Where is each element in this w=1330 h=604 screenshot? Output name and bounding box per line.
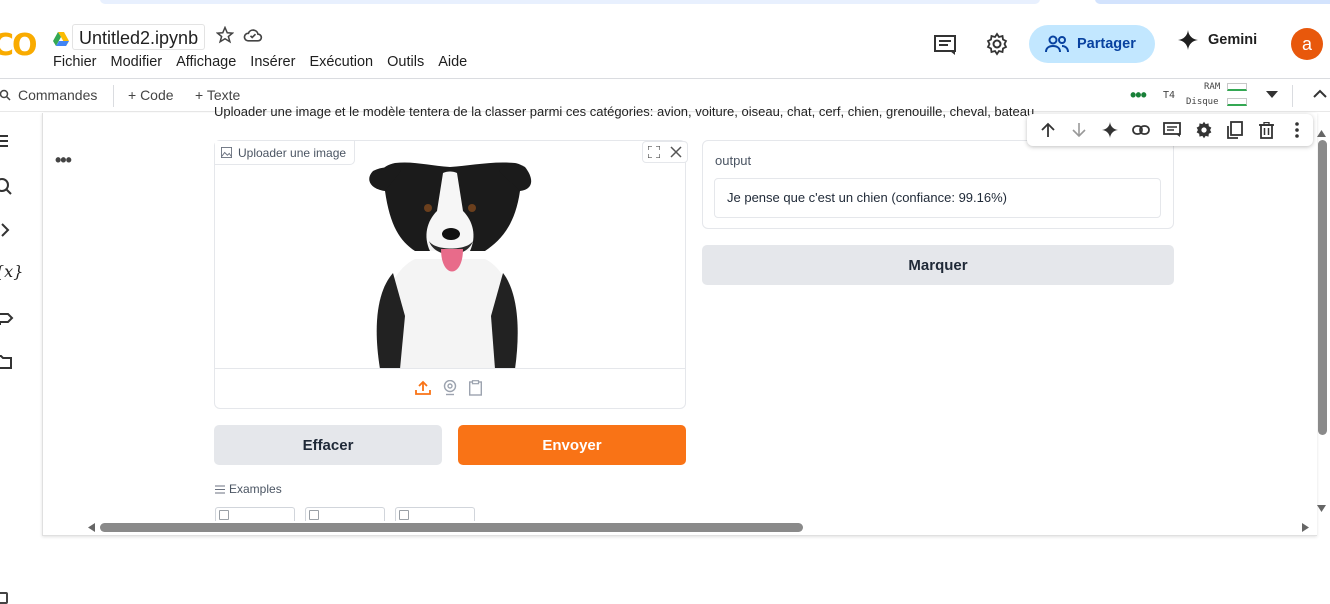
broken-image-icon <box>219 510 229 520</box>
broken-image-icon <box>309 510 319 520</box>
dog-image <box>369 162 532 369</box>
cell-toolbar <box>1027 114 1313 146</box>
scroll-down-icon[interactable] <box>1317 505 1326 512</box>
menu-item-outils[interactable]: Outils <box>380 54 431 70</box>
examples-label: Examples <box>229 482 282 496</box>
commands-button[interactable]: Commandes <box>0 87 97 103</box>
horizontal-scrollbar-thumb[interactable] <box>100 523 803 532</box>
menu-item-affichage[interactable]: Affichage <box>169 54 243 70</box>
upload-icon[interactable] <box>415 380 431 396</box>
add-text-button[interactable]: + Texte <box>195 87 240 103</box>
gemini-label: Gemini <box>1208 32 1258 48</box>
toolbar-divider <box>113 85 114 107</box>
source-divider <box>215 368 685 369</box>
ram-label: RAM <box>1204 82 1221 92</box>
mirror-icon[interactable] <box>1219 114 1250 146</box>
gemini-sparkle-icon <box>1178 30 1198 50</box>
cell-output-menu[interactable]: ••• <box>55 150 72 171</box>
share-label: Partager <box>1077 36 1136 52</box>
menu-item-fichier[interactable]: Fichier <box>46 54 104 70</box>
trash-icon[interactable] <box>1251 114 1282 146</box>
star-icon[interactable] <box>216 26 234 44</box>
toolbar-divider <box>1292 85 1293 107</box>
example-thumbnail[interactable] <box>395 507 475 521</box>
scroll-left-icon[interactable] <box>88 523 95 532</box>
disk-label: Disque <box>1186 97 1219 107</box>
webcam-icon[interactable] <box>443 380 457 396</box>
image-input-label: Uploader une image <box>215 141 356 165</box>
search-icon <box>0 89 12 101</box>
settings-icon[interactable] <box>985 32 1009 56</box>
notebook-title[interactable]: Untitled2.ipynb <box>72 24 206 50</box>
menu-bar: Fichier Modifier Affichage Insérer Exécu… <box>46 54 474 70</box>
output-textbox[interactable]: Je pense que c'est un chien (confiance: … <box>714 178 1161 218</box>
code-snippets-icon[interactable] <box>0 222 12 238</box>
search-icon[interactable] <box>0 177 14 197</box>
add-code-button[interactable]: + Code <box>128 87 174 103</box>
arrow-down-icon[interactable] <box>1063 114 1094 146</box>
arrow-up-icon[interactable] <box>1032 114 1063 146</box>
ram-meter[interactable] <box>1227 83 1247 91</box>
runtime-type[interactable]: T4 <box>1163 90 1175 101</box>
scroll-right-icon[interactable] <box>1302 523 1309 532</box>
interface-description: Uploader une image et le modèle tentera … <box>214 104 1034 119</box>
terminal-icon[interactable] <box>0 592 8 604</box>
example-thumbnail[interactable] <box>215 507 295 521</box>
menu-item-modifier[interactable]: Modifier <box>104 54 170 70</box>
scroll-up-icon[interactable] <box>1317 130 1326 137</box>
secrets-key-icon[interactable] <box>0 311 14 325</box>
folder-icon[interactable] <box>0 354 12 370</box>
comment-icon[interactable] <box>933 34 957 56</box>
runtime-status-indicator[interactable]: ••• <box>1130 85 1147 106</box>
share-button[interactable]: Partager <box>1029 25 1155 63</box>
output-label: output <box>715 153 752 168</box>
toc-icon[interactable] <box>0 133 12 149</box>
disk-meter[interactable] <box>1227 98 1247 106</box>
gear-icon[interactable] <box>1188 114 1219 146</box>
fullscreen-icon[interactable] <box>643 142 665 162</box>
submit-button[interactable]: Envoyer <box>458 425 686 465</box>
clipboard-icon[interactable] <box>469 380 482 396</box>
example-thumbnail[interactable] <box>305 507 385 521</box>
runtime-dropdown-icon[interactable] <box>1266 91 1278 99</box>
flag-button[interactable]: Marquer <box>702 245 1174 285</box>
browser-tab-strip <box>0 0 1330 8</box>
browser-profile-area <box>1095 0 1330 4</box>
menu-item-execution[interactable]: Exécution <box>302 54 380 70</box>
list-icon <box>215 485 225 494</box>
menu-item-inserer[interactable]: Insérer <box>243 54 302 70</box>
menu-item-aide[interactable]: Aide <box>431 54 474 70</box>
link-icon[interactable] <box>1126 114 1157 146</box>
colab-logo[interactable]: CO <box>0 28 38 63</box>
gemini-sparkle-icon[interactable] <box>1094 114 1125 146</box>
variables-icon[interactable]: {x} <box>0 262 23 281</box>
clear-button[interactable]: Effacer <box>214 425 442 465</box>
more-vert-icon[interactable] <box>1282 114 1313 146</box>
examples-header: Examples <box>215 482 282 496</box>
close-icon[interactable] <box>665 142 687 162</box>
avatar[interactable]: a <box>1291 28 1323 60</box>
gemini-button[interactable]: Gemini <box>1178 30 1257 50</box>
cloud-icon[interactable] <box>243 26 263 44</box>
broken-image-icon <box>399 510 409 520</box>
vertical-scrollbar-thumb[interactable] <box>1318 140 1327 435</box>
chevron-up-icon[interactable] <box>1313 89 1327 99</box>
colab-header: CO Untitled2.ipynb Fichier Modifier Affi… <box>0 8 1330 78</box>
address-bar <box>100 0 1040 4</box>
logo-text: CO <box>0 28 38 63</box>
people-icon <box>1045 35 1069 53</box>
commands-label: Commandes <box>18 87 98 103</box>
drive-icon[interactable] <box>53 32 69 46</box>
image-label-text: Uploader une image <box>238 145 347 160</box>
image-icon <box>221 147 232 158</box>
comment-icon[interactable] <box>1157 114 1188 146</box>
image-tools <box>642 141 688 163</box>
